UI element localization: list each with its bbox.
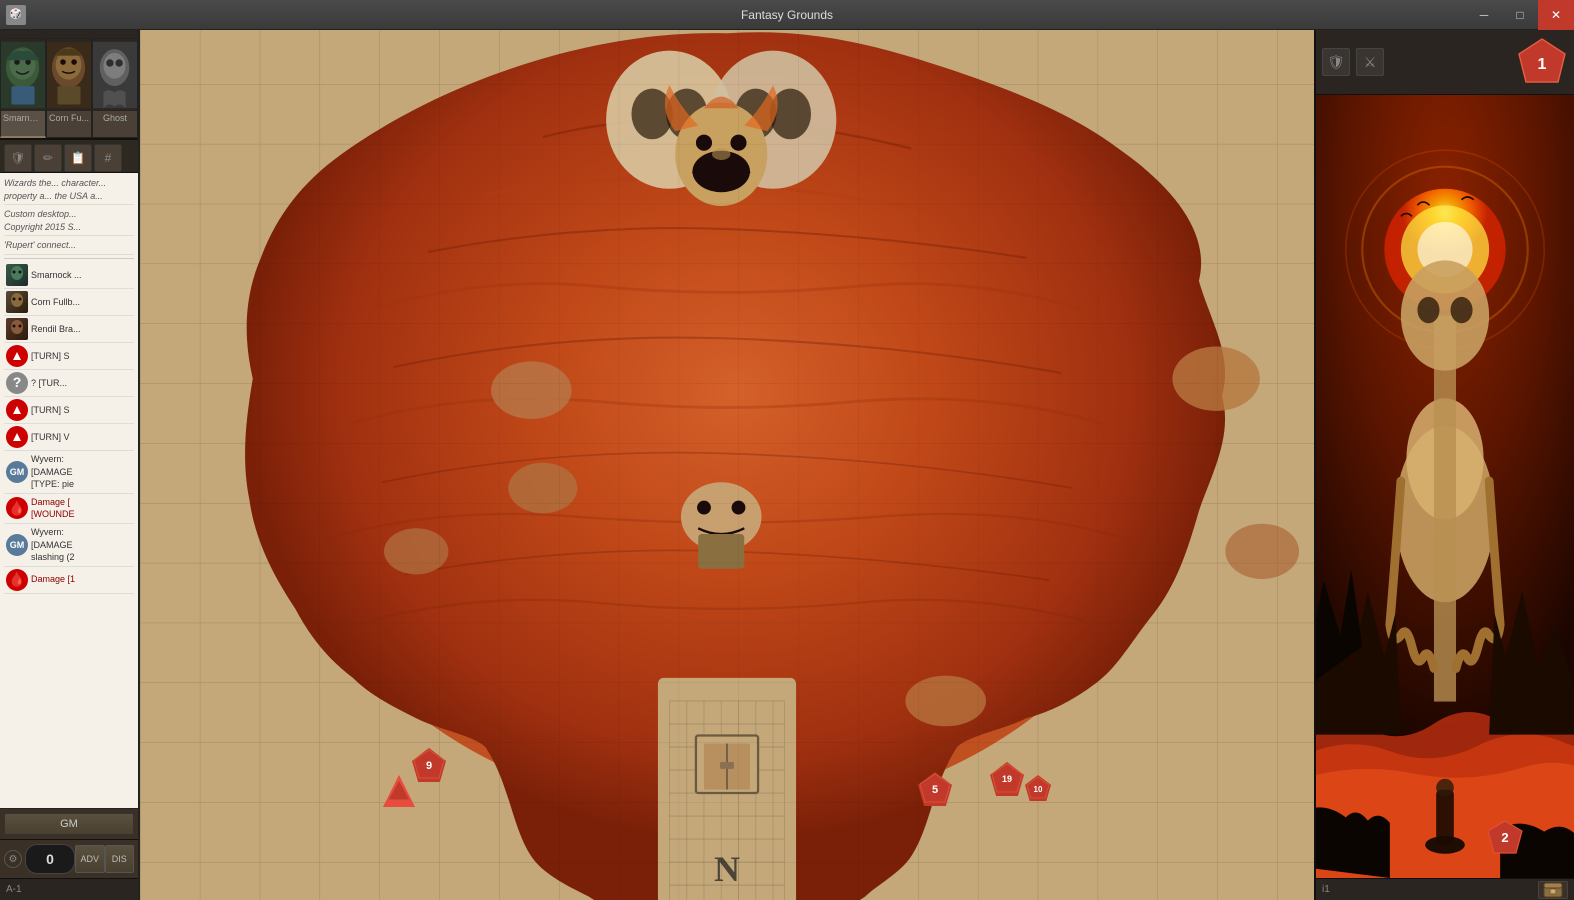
combat-smarnock: Smarnock ... (4, 262, 134, 289)
adv-button[interactable]: ADV (75, 845, 105, 873)
close-button[interactable]: ✕ (1538, 0, 1574, 30)
combat-turn-2: ? ? [TUR... (4, 370, 134, 397)
tab-edit[interactable]: ✏ (34, 144, 62, 172)
map-svg (140, 30, 1314, 900)
initiative-row: ⚙ 0 ADV DIS (0, 839, 138, 878)
artwork-panel (1316, 95, 1574, 878)
right-panel-die[interactable]: 2 (1486, 819, 1524, 860)
minimize-button[interactable]: ─ (1466, 0, 1502, 30)
gm-badge-1: GM (6, 461, 28, 483)
shield-icon-btn[interactable]: 🛡 (1322, 48, 1350, 76)
battle-map: 9 5 19 10 N (140, 30, 1314, 900)
compass-north: N (714, 848, 740, 890)
char-name-smarnock: Smarnock ... (1, 111, 45, 125)
right-status-left: i1 (1322, 884, 1330, 895)
svg-text:10: 10 (1034, 785, 1043, 794)
svg-text:5: 5 (932, 784, 938, 796)
main-layout: Smarnock ... Corn Fu... (0, 30, 1574, 900)
svg-text:1: 1 (1538, 56, 1547, 73)
initiative-counter: 0 (25, 844, 75, 874)
right-panel-toolbar: 🛡 ⚔ 1 (1316, 30, 1574, 95)
tab-notes[interactable]: 📋 (64, 144, 92, 172)
chat-msg-3: 'Rupert' connect... (4, 239, 134, 255)
status-coord-left: A-1 (6, 884, 22, 895)
right-bottom-bar: i1 (1316, 878, 1574, 900)
right-panel: 🛡 ⚔ 1 (1314, 30, 1574, 900)
char-tab-ghost[interactable]: Ghost (92, 38, 138, 138)
sword-icon-btn[interactable]: ⚔ (1356, 48, 1384, 76)
turn-icon-4 (6, 426, 28, 448)
combat-rendil: Rendil Bra... (4, 316, 134, 343)
portrait-mini-corn (6, 291, 28, 313)
gm-msg-1: GM Wyvern:[DAMAGE[TYPE: pie (4, 451, 134, 494)
portrait-mini-rendil (6, 318, 28, 340)
title-bar: 🎲 Fantasy Grounds ─ □ ✕ (0, 0, 1574, 30)
char-name-ghost: Ghost (93, 111, 137, 125)
settings-icon[interactable]: ⚙ (4, 850, 22, 868)
init-left: ⚙ 0 (4, 844, 75, 874)
portrait-corn (46, 39, 92, 111)
app-icon: 🎲 (6, 5, 26, 25)
char-tab-corn[interactable]: Corn Fu... (46, 38, 92, 138)
gm-badge-2: GM (6, 534, 28, 556)
char-name-corn: Corn Fu... (47, 111, 91, 125)
maximize-button[interactable]: □ (1502, 0, 1538, 30)
combat-name-rendil: Rendil Bra... (31, 323, 132, 336)
gm-button[interactable]: GM (4, 813, 134, 835)
char-tabs: Smarnock ... Corn Fu... (0, 30, 138, 140)
blood-icon-1: 🩸 (6, 497, 28, 519)
svg-text:19: 19 (1002, 774, 1012, 784)
combat-corn: Corn Fullb... (4, 289, 134, 316)
custom-label: Custom desktop...Copyright 2015 S... (4, 209, 81, 232)
map-area[interactable]: 9 5 19 10 N (140, 30, 1314, 900)
gm-msg-2: GM Wyvern:[DAMAGEslashing (2 (4, 524, 134, 567)
window-title: Fantasy Grounds (741, 8, 833, 22)
char-tab-smarnock[interactable]: Smarnock ... (0, 38, 46, 138)
turn-icon-q: ? (6, 372, 28, 394)
artwork-scene (1316, 95, 1574, 878)
combat-name-smarnock: Smarnock ... (31, 269, 132, 282)
tab-hash[interactable]: # (94, 144, 122, 172)
blood-icon-2: 🩸 (6, 569, 28, 591)
turn-icon-3 (6, 399, 28, 421)
combat-turn-3: [TURN] S (4, 397, 134, 424)
portrait-smarnock (0, 39, 46, 111)
damage-msg-1: 🩸 Damage [[WOUNDE (4, 494, 134, 524)
combat-name-corn: Corn Fullb... (31, 296, 132, 309)
status-bar-left: A-1 (0, 878, 138, 900)
chat-msg-1: Wizards the... character... property a..… (4, 177, 134, 205)
tab-shield[interactable]: 🛡 (4, 144, 32, 172)
turn-icon-1 (6, 345, 28, 367)
gm-section: GM (0, 808, 138, 839)
window-controls: ─ □ ✕ (1466, 0, 1574, 30)
left-panel: Smarnock ... Corn Fu... (0, 30, 140, 900)
combat-turn-1: [TURN] S (4, 343, 134, 370)
damage-msg-2: 🩸 Damage [1 (4, 567, 134, 594)
char-sheet-tabs: 🛡 ✏ 📋 # (0, 140, 138, 173)
svg-text:2: 2 (1501, 830, 1508, 845)
portrait-ghost (92, 39, 138, 111)
svg-text:9: 9 (426, 760, 432, 772)
chat-log[interactable]: Wizards the... character... property a..… (0, 173, 138, 808)
dis-button[interactable]: DIS (105, 845, 135, 873)
combat-turn-4: [TURN] V (4, 424, 134, 451)
main-die-button[interactable]: 1 (1516, 36, 1568, 88)
chat-msg-2: Custom desktop...Copyright 2015 S... (4, 208, 134, 236)
portrait-mini-smarnock (6, 264, 28, 286)
chest-icon-btn[interactable] (1538, 881, 1568, 899)
